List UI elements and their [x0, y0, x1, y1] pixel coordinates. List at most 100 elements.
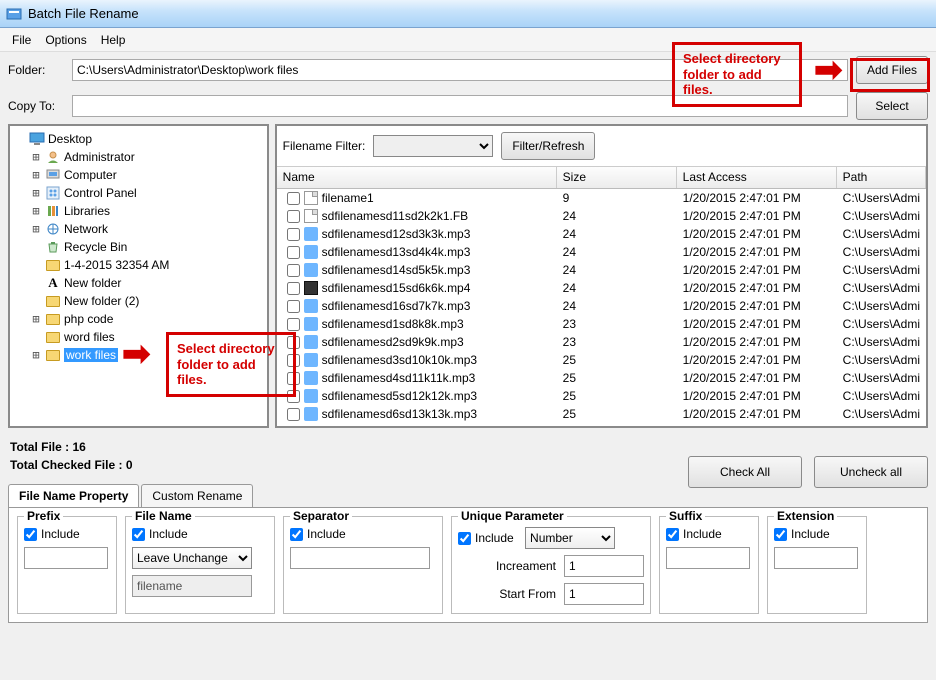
col-last[interactable]: Last Access [677, 167, 837, 188]
file-music-icon [304, 371, 318, 385]
prefix-input[interactable] [24, 547, 108, 569]
increament-input[interactable] [564, 555, 644, 577]
file-checkbox[interactable] [287, 192, 300, 205]
file-size: 24 [557, 209, 677, 223]
uncheck-all-button[interactable]: Uncheck all [814, 456, 928, 488]
tree-item[interactable]: Recycle Bin [14, 238, 263, 256]
tree-item[interactable]: ⊞Computer [14, 166, 263, 184]
tree-item[interactable]: ANew folder [14, 274, 263, 292]
expand-icon[interactable]: ⊞ [30, 186, 42, 200]
file-row[interactable]: filename191/20/2015 2:47:01 PMC:\Users\A… [277, 189, 926, 207]
file-row[interactable]: sdfilenamesd2sd9k9k.mp3231/20/2015 2:47:… [277, 333, 926, 351]
group-separator-title: Separator [290, 509, 352, 523]
file-path: C:\Users\Admi [837, 407, 926, 421]
tree-item[interactable]: Desktop [14, 130, 263, 148]
file-name: sdfilenamesd11sd2k2k1.FB [322, 209, 469, 223]
file-last-access: 1/20/2015 2:47:01 PM [677, 407, 837, 421]
prefix-include-label: Include [41, 527, 80, 541]
file-checkbox[interactable] [287, 264, 300, 277]
file-row[interactable]: sdfilenamesd1sd8k8k.mp3231/20/2015 2:47:… [277, 315, 926, 333]
file-checkbox[interactable] [287, 246, 300, 259]
separator-input[interactable] [290, 547, 430, 569]
file-row[interactable]: sdfilenamesd15sd6k6k.mp4241/20/2015 2:47… [277, 279, 926, 297]
tree-label: Libraries [64, 204, 110, 218]
tab-custom-rename[interactable]: Custom Rename [141, 484, 253, 507]
extension-input[interactable] [774, 547, 858, 569]
unique-include-checkbox[interactable] [458, 532, 471, 545]
tree-item[interactable]: New folder (2) [14, 292, 263, 310]
suffix-input[interactable] [666, 547, 750, 569]
filter-select[interactable] [373, 135, 493, 157]
extension-include-checkbox[interactable] [774, 528, 787, 541]
col-name[interactable]: Name [277, 167, 557, 188]
expand-icon[interactable]: ⊞ [30, 222, 42, 236]
file-row[interactable]: sdfilenamesd14sd5k5k.mp3241/20/2015 2:47… [277, 261, 926, 279]
file-row[interactable]: sdfilenamesd11sd2k2k1.FB241/20/2015 2:47… [277, 207, 926, 225]
file-row[interactable]: sdfilenamesd4sd11k11k.mp3251/20/2015 2:4… [277, 369, 926, 387]
file-name: filename1 [322, 191, 374, 205]
tree-item[interactable]: ⊞php code [14, 310, 263, 328]
file-row[interactable]: sdfilenamesd12sd3k3k.mp3241/20/2015 2:47… [277, 225, 926, 243]
file-music-icon [304, 407, 318, 421]
select-button[interactable]: Select [856, 92, 928, 120]
file-list-panel: Filename Filter: Filter/Refresh Name Siz… [275, 124, 928, 428]
file-list[interactable]: filename191/20/2015 2:47:01 PMC:\Users\A… [277, 189, 926, 426]
expand-icon[interactable]: ⊞ [30, 168, 42, 182]
cp-icon [45, 186, 61, 200]
checked-label: Total Checked File : [10, 458, 122, 472]
expand-icon[interactable]: ⊞ [30, 150, 42, 164]
file-path: C:\Users\Admi [837, 389, 926, 403]
check-all-button[interactable]: Check All [688, 456, 802, 488]
unique-type-select[interactable]: Number [525, 527, 615, 549]
suffix-include-label: Include [683, 527, 722, 541]
tree-label: 1-4-2015 32354 AM [64, 258, 169, 272]
file-row[interactable]: sdfilenamesd3sd10k10k.mp3251/20/2015 2:4… [277, 351, 926, 369]
file-size: 25 [557, 371, 677, 385]
file-checkbox[interactable] [287, 228, 300, 241]
extension-include-label: Include [791, 527, 830, 541]
file-checkbox[interactable] [287, 282, 300, 295]
tree-item[interactable]: 1-4-2015 32354 AM [14, 256, 263, 274]
file-checkbox[interactable] [287, 408, 300, 421]
separator-include-label: Include [307, 527, 346, 541]
filename-mode-select[interactable]: Leave Unchange [132, 547, 252, 569]
file-music-icon [304, 353, 318, 367]
expand-icon[interactable]: ⊞ [30, 348, 42, 362]
file-size: 9 [557, 191, 677, 205]
menu-file[interactable]: File [12, 33, 31, 47]
file-size: 24 [557, 245, 677, 259]
file-checkbox[interactable] [287, 300, 300, 313]
tree-item[interactable]: ⊞Network [14, 220, 263, 238]
file-name: sdfilenamesd13sd4k4k.mp3 [322, 245, 471, 259]
file-name: sdfilenamesd14sd5k5k.mp3 [322, 263, 471, 277]
tree-label: Recycle Bin [64, 240, 127, 254]
file-checkbox[interactable] [287, 318, 300, 331]
separator-include-checkbox[interactable] [290, 528, 303, 541]
arrow-left-icon: ➡ [122, 334, 151, 374]
expand-icon[interactable]: ⊞ [30, 204, 42, 218]
prefix-include-checkbox[interactable] [24, 528, 37, 541]
filename-include-checkbox[interactable] [132, 528, 145, 541]
menu-help[interactable]: Help [101, 33, 126, 47]
tree-item[interactable]: ⊞Control Panel [14, 184, 263, 202]
file-checkbox[interactable] [287, 210, 300, 223]
tab-file-name-property[interactable]: File Name Property [8, 484, 139, 507]
file-row[interactable]: sdfilenamesd6sd13k13k.mp3251/20/2015 2:4… [277, 405, 926, 423]
file-row[interactable]: sdfilenamesd5sd12k12k.mp3251/20/2015 2:4… [277, 387, 926, 405]
expand-icon[interactable]: ⊞ [30, 312, 42, 326]
tree-item[interactable]: ⊞ Libraries [14, 202, 263, 220]
net-icon [45, 222, 61, 236]
file-row[interactable]: sdfilenamesd16sd7k7k.mp3241/20/2015 2:47… [277, 297, 926, 315]
file-path: C:\Users\Admi [837, 281, 926, 295]
app-icon [6, 6, 22, 22]
annotation-top: Select directory folder to add files. [672, 42, 802, 107]
tree-item[interactable]: ⊞Administrator [14, 148, 263, 166]
col-size[interactable]: Size [557, 167, 677, 188]
menu-options[interactable]: Options [45, 33, 86, 47]
startfrom-input[interactable] [564, 583, 644, 605]
col-path[interactable]: Path [837, 167, 926, 188]
filter-refresh-button[interactable]: Filter/Refresh [501, 132, 595, 160]
file-video-icon [304, 281, 318, 295]
suffix-include-checkbox[interactable] [666, 528, 679, 541]
file-row[interactable]: sdfilenamesd13sd4k4k.mp3241/20/2015 2:47… [277, 243, 926, 261]
